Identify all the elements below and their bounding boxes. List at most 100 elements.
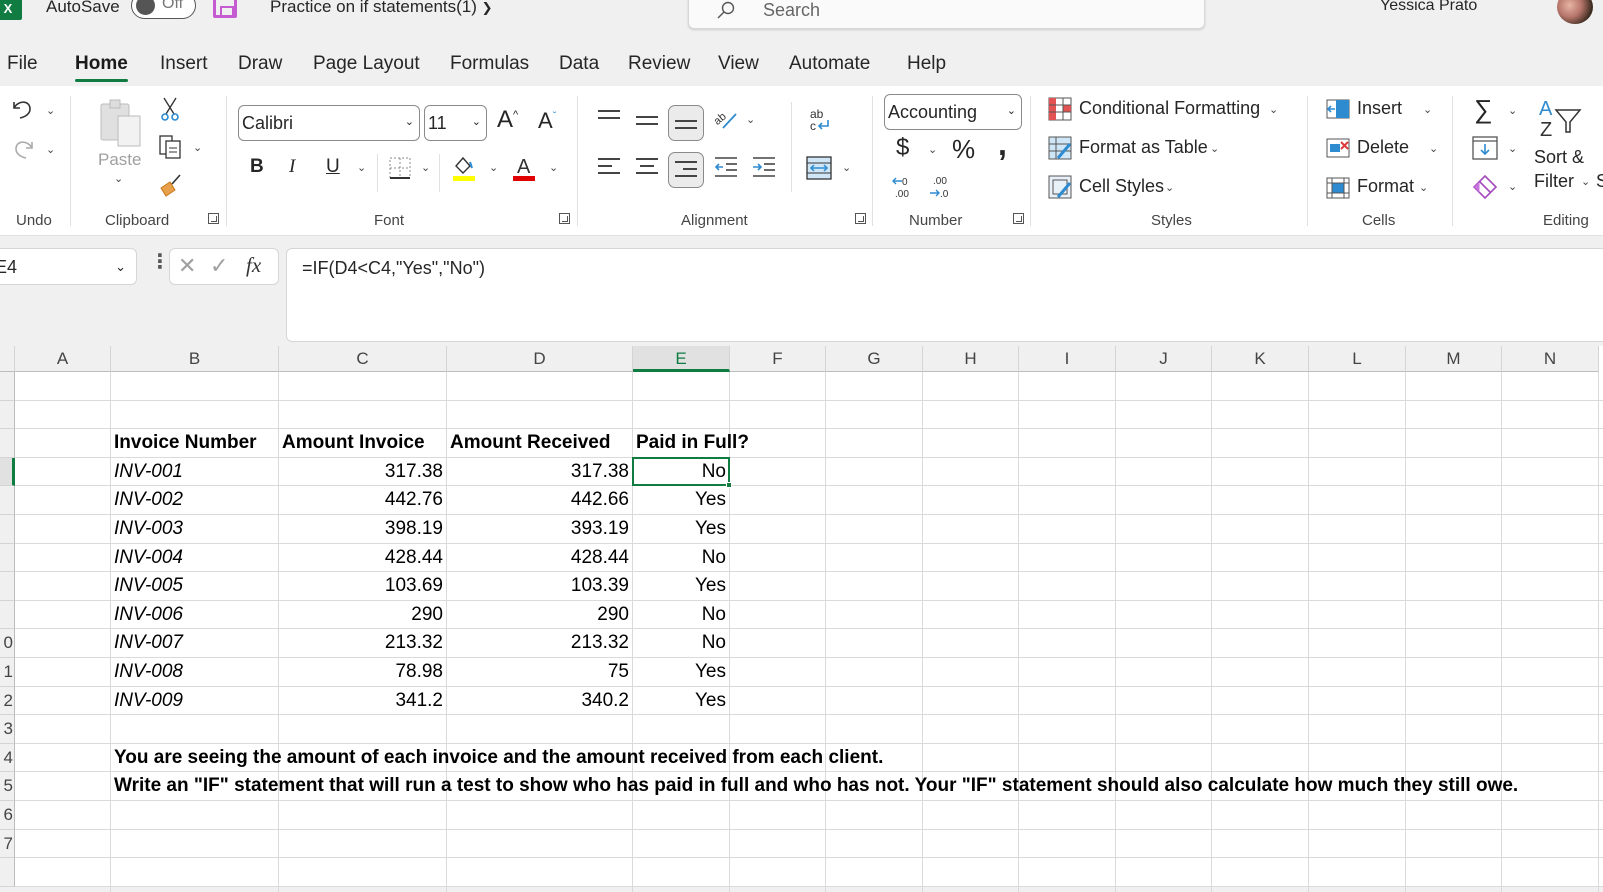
cell-amount-invoice[interactable]: 428.44 bbox=[282, 544, 446, 572]
cell-amount-received[interactable]: 103.39 bbox=[450, 572, 632, 600]
alignment-launcher-icon[interactable] bbox=[855, 213, 866, 224]
font-color-dropdown-icon[interactable]: ⌄ bbox=[549, 161, 558, 174]
row-header[interactable]: 0 bbox=[0, 629, 15, 658]
row-header[interactable]: 5 bbox=[0, 772, 15, 801]
cell-amount-received[interactable]: 75 bbox=[450, 658, 632, 686]
header-amount-invoice[interactable]: Amount Invoice bbox=[282, 429, 425, 457]
column-header-e[interactable]: E bbox=[633, 346, 730, 372]
merge-dropdown-icon[interactable]: ⌄ bbox=[842, 161, 851, 174]
formula-input[interactable]: =IF(D4<C4,"Yes","No") bbox=[286, 248, 1603, 342]
cell-amount-invoice[interactable]: 103.69 bbox=[282, 572, 446, 600]
format-painter-icon[interactable] bbox=[158, 172, 184, 198]
orientation-icon[interactable]: ab bbox=[713, 106, 739, 132]
cell-amount-invoice[interactable]: 290 bbox=[282, 601, 446, 629]
number-launcher-icon[interactable] bbox=[1013, 213, 1024, 224]
sort-filter-label-2[interactable]: Filter bbox=[1534, 171, 1574, 192]
column-header-g[interactable]: G bbox=[826, 346, 923, 372]
cell-amount-received[interactable]: 442.66 bbox=[450, 486, 632, 514]
cell-amount-invoice[interactable]: 213.32 bbox=[282, 629, 446, 657]
decrease-font-size-icon[interactable]: Aˇ bbox=[538, 108, 556, 134]
increase-decimal-icon[interactable]: 0.00 bbox=[890, 174, 916, 200]
clipboard-launcher-icon[interactable] bbox=[208, 213, 219, 224]
tab-file[interactable]: File bbox=[7, 53, 38, 75]
instruction-text[interactable]: Write an "IF" statement that will run a … bbox=[114, 772, 1518, 800]
font-size-select[interactable]: 11 ⌄ bbox=[424, 105, 487, 141]
decrease-decimal-icon[interactable]: .00.0 bbox=[928, 174, 954, 200]
cell-paid-in-full[interactable]: Yes bbox=[636, 658, 729, 686]
row-header[interactable] bbox=[0, 372, 15, 401]
active-cell-selection[interactable] bbox=[632, 456, 732, 489]
tab-review[interactable]: Review bbox=[628, 53, 690, 75]
fill-icon[interactable] bbox=[1472, 136, 1498, 160]
cell-paid-in-full[interactable]: No bbox=[636, 629, 729, 657]
tab-help[interactable]: Help bbox=[907, 53, 946, 75]
undo-icon[interactable] bbox=[10, 96, 36, 122]
fill-color-dropdown-icon[interactable]: ⌄ bbox=[489, 161, 498, 174]
column-header-j[interactable]: J bbox=[1116, 346, 1212, 372]
align-center-icon[interactable] bbox=[636, 158, 658, 179]
merge-center-icon[interactable] bbox=[806, 156, 832, 180]
align-right-button[interactable] bbox=[668, 152, 704, 188]
align-top-icon[interactable] bbox=[598, 110, 620, 131]
cancel-icon[interactable]: ✕ bbox=[178, 253, 196, 279]
comma-style-button[interactable]: , bbox=[998, 126, 1007, 163]
underline-dropdown-icon[interactable]: ⌄ bbox=[357, 161, 366, 174]
cell-amount-received[interactable]: 213.32 bbox=[450, 629, 632, 657]
cell-invoice-number[interactable]: INV-009 bbox=[114, 687, 183, 715]
redo-icon[interactable] bbox=[10, 136, 36, 162]
column-header-l[interactable]: L bbox=[1309, 346, 1406, 372]
autosum-dropdown-icon[interactable]: ⌄ bbox=[1508, 104, 1517, 117]
cell-paid-in-full[interactable]: Yes bbox=[636, 687, 729, 715]
sort-filter-dropdown-icon[interactable]: ⌄ bbox=[1581, 175, 1590, 188]
underline-button[interactable]: U bbox=[326, 156, 340, 178]
cell-invoice-number[interactable]: INV-004 bbox=[114, 544, 183, 572]
more-options-icon[interactable]: ⋮ bbox=[150, 249, 170, 274]
cell-invoice-number[interactable]: INV-008 bbox=[114, 658, 183, 686]
cell-amount-received[interactable]: 393.19 bbox=[450, 515, 632, 543]
cell-paid-in-full[interactable]: Yes bbox=[636, 515, 729, 543]
bold-button[interactable]: B bbox=[250, 156, 264, 178]
row-header[interactable]: 1 bbox=[0, 658, 15, 687]
autosave-toggle[interactable]: Off bbox=[131, 0, 196, 19]
font-launcher-icon[interactable] bbox=[559, 213, 570, 224]
cell-amount-received[interactable]: 428.44 bbox=[450, 544, 632, 572]
instruction-text[interactable]: You are seeing the amount of each invoic… bbox=[114, 744, 883, 772]
row-header[interactable]: 6 bbox=[0, 801, 15, 830]
cell-invoice-number[interactable]: INV-002 bbox=[114, 486, 183, 514]
align-bottom-button[interactable] bbox=[668, 105, 704, 141]
borders-dropdown-icon[interactable]: ⌄ bbox=[421, 161, 430, 174]
orientation-dropdown-icon[interactable]: ⌄ bbox=[746, 113, 755, 126]
font-name-select[interactable]: Calibri ⌄ bbox=[238, 105, 420, 141]
column-header-c[interactable]: C bbox=[279, 346, 447, 372]
tab-view[interactable]: View bbox=[718, 53, 759, 75]
wrap-text-icon[interactable]: abc bbox=[808, 106, 832, 134]
percent-button[interactable]: % bbox=[952, 134, 975, 165]
cell-amount-invoice[interactable]: 442.76 bbox=[282, 486, 446, 514]
number-format-select[interactable]: Accounting ⌄ bbox=[884, 94, 1022, 130]
paste-icon[interactable] bbox=[98, 98, 144, 148]
autosum-icon[interactable]: ∑ bbox=[1474, 94, 1493, 125]
tab-draw[interactable]: Draw bbox=[238, 53, 282, 75]
cell-invoice-number[interactable]: INV-007 bbox=[114, 629, 183, 657]
column-header-d[interactable]: D bbox=[447, 346, 633, 372]
header-invoice-number[interactable]: Invoice Number bbox=[114, 429, 257, 457]
cell-amount-received[interactable]: 317.38 bbox=[450, 458, 632, 486]
select-all-corner[interactable] bbox=[0, 346, 15, 372]
fill-color-icon[interactable] bbox=[452, 154, 478, 182]
row-header[interactable] bbox=[0, 515, 15, 544]
cell-amount-invoice[interactable]: 341.2 bbox=[282, 687, 446, 715]
clear-eraser-icon[interactable] bbox=[1472, 174, 1498, 200]
sort-filter-icon[interactable]: AZ bbox=[1538, 96, 1584, 140]
cell-paid-in-full[interactable]: Yes bbox=[636, 486, 729, 514]
row-header[interactable] bbox=[0, 486, 15, 515]
row-header[interactable] bbox=[0, 600, 15, 630]
row-header[interactable]: 4 bbox=[0, 743, 15, 773]
paste-label[interactable]: Paste bbox=[98, 150, 141, 170]
column-header-m[interactable]: M bbox=[1406, 346, 1502, 372]
paste-dropdown-icon[interactable]: ⌄ bbox=[114, 172, 123, 185]
tab-automate[interactable]: Automate bbox=[789, 53, 870, 75]
fill-dropdown-icon[interactable]: ⌄ bbox=[1508, 142, 1517, 155]
row-header[interactable] bbox=[0, 400, 15, 430]
increase-indent-icon[interactable] bbox=[752, 156, 776, 178]
currency-dropdown-icon[interactable]: ⌄ bbox=[928, 143, 937, 156]
